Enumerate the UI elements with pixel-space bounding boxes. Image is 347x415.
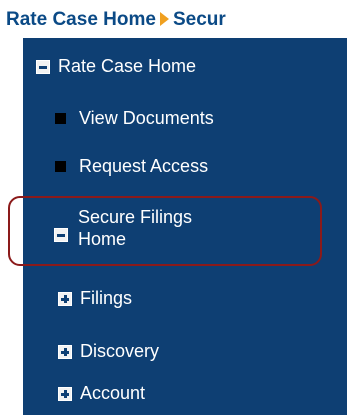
nav-item-label: Request Access bbox=[79, 156, 209, 176]
minus-box-icon[interactable] bbox=[36, 59, 50, 74]
breadcrumb: Rate Case Home Secur bbox=[6, 8, 226, 32]
plus-box-icon[interactable] bbox=[58, 291, 72, 306]
minus-box-icon[interactable] bbox=[54, 228, 68, 242]
triangle-right-icon bbox=[159, 12, 169, 26]
nav-item-secure-filings-home[interactable]: Secure Filings Home bbox=[54, 206, 192, 250]
nav-item-discovery[interactable]: Discovery bbox=[58, 341, 159, 362]
nav-item-label: Secure Filings Home bbox=[78, 206, 192, 250]
square-bullet-icon bbox=[55, 161, 66, 172]
square-bullet-icon bbox=[55, 113, 66, 124]
nav-item-account[interactable]: Account bbox=[58, 383, 145, 404]
nav-item-request-access[interactable]: Request Access bbox=[55, 156, 208, 177]
nav-item-view-documents[interactable]: View Documents bbox=[55, 108, 214, 129]
nav-item-label-line1: Secure Filings bbox=[78, 207, 193, 227]
plus-box-icon[interactable] bbox=[58, 386, 72, 401]
nav-item-filings[interactable]: Filings bbox=[58, 288, 132, 309]
plus-box-icon[interactable] bbox=[58, 344, 72, 359]
breadcrumb-current: Secur bbox=[172, 9, 226, 30]
breadcrumb-rate-case-home[interactable]: Rate Case Home bbox=[6, 9, 156, 30]
nav-item-label-line2: Home bbox=[78, 229, 127, 249]
nav-item-label: Rate Case Home bbox=[58, 56, 197, 76]
nav-item-label: View Documents bbox=[79, 108, 214, 128]
nav-item-label: Account bbox=[80, 383, 146, 403]
nav-item-label: Filings bbox=[80, 288, 133, 308]
nav-item-rate-case-home[interactable]: Rate Case Home bbox=[36, 56, 196, 77]
nav-item-label: Discovery bbox=[80, 341, 160, 361]
sidebar-nav: Rate Case Home View Documents Request Ac… bbox=[23, 38, 347, 415]
